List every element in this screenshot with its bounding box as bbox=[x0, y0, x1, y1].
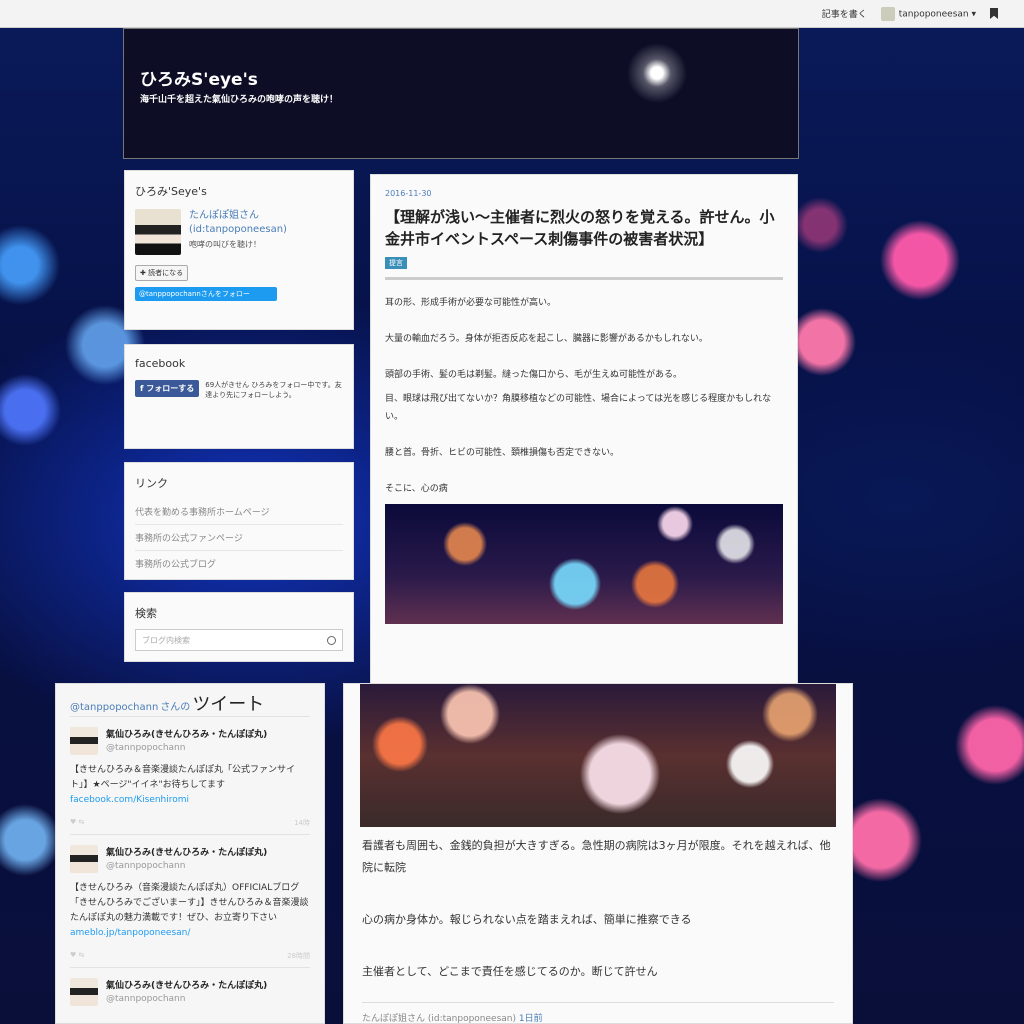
tweet-author[interactable]: 氣仙ひろみ(きせんひろみ・たんぽぽ丸) bbox=[106, 978, 267, 991]
post-title[interactable]: 【理解が浅い〜主催者に烈火の怒りを覚える。許せん。小金井市イベントスペース刺傷事… bbox=[385, 206, 783, 250]
subscribe-button[interactable]: ✚ 読者になる bbox=[135, 265, 189, 281]
search-heading: 検索 bbox=[135, 607, 157, 620]
link-office-homepage[interactable]: 代表を勤める事務所ホームページ bbox=[135, 499, 343, 525]
paragraph: 看護者も周囲も、金銭的負担が大きすぎる。急性期の病院は3ヶ月が限度。それを越えれ… bbox=[362, 839, 831, 874]
tweet: 氣仙ひろみ(きせんひろみ・たんぽぽ丸) @tannpopochann 【きせんひ… bbox=[70, 716, 310, 834]
profile-id-link[interactable]: (id:tanpoponeesan) bbox=[189, 223, 287, 237]
tweet: 氣仙ひろみ(きせんひろみ・たんぽぽ丸) @tannpopochann bbox=[70, 967, 310, 1012]
timeline-san: さんの bbox=[160, 702, 191, 713]
tweet-handle[interactable]: @tannpopochann bbox=[106, 994, 267, 1004]
write-post-link[interactable]: 記事を書く bbox=[822, 7, 867, 20]
facebook-follow-button[interactable]: f フォローする bbox=[135, 380, 200, 397]
tweet-author[interactable]: 氣仙ひろみ(きせんひろみ・たんぽぽ丸) bbox=[106, 727, 267, 740]
link-office-fanpage[interactable]: 事務所の公式ファンページ bbox=[135, 525, 343, 551]
post-time-link[interactable]: 1日前 bbox=[519, 1014, 543, 1023]
tweet-actions[interactable]: ♥ ⇆ bbox=[70, 818, 84, 828]
tweet-link[interactable]: facebook.com/Kisenhiromi bbox=[70, 795, 189, 805]
category-tag[interactable]: 提言 bbox=[385, 257, 407, 269]
timeline-title: ツイート bbox=[192, 694, 265, 715]
profile-heading: ひろみ'Seye's bbox=[135, 185, 207, 198]
paragraph: 目、眼球は飛び出てないか？角膜移植などの可能性、場合によっては光を感じる程度かも… bbox=[385, 394, 772, 422]
profile-description: 咆哮の叫びを聴け！ bbox=[189, 240, 261, 249]
paragraph: 心の病か身体か。報じられない点を踏まえれば、簡単に推察できる bbox=[362, 913, 692, 926]
paragraph: そこに、心の病 bbox=[385, 484, 448, 494]
tweet-text: 【きせんひろみ＆音楽漫談たんぽぽ丸「公式ファンサイト」】★ページ"イイネ"お待ち… bbox=[70, 765, 296, 790]
link-office-blog[interactable]: 事務所の公式ブログ bbox=[135, 551, 343, 576]
tweet-actions[interactable]: ♥ ⇆ bbox=[70, 951, 84, 961]
tweet: 氣仙ひろみ(きせんひろみ・たんぽぽ丸) @tannpopochann 【きせんひ… bbox=[70, 834, 310, 967]
avatar[interactable] bbox=[70, 845, 98, 873]
tweet-link[interactable]: ameblo.jp/tanpoponeesan/ bbox=[70, 928, 190, 938]
post-date[interactable]: 2016-11-30 bbox=[385, 189, 783, 198]
user-menu-label: tanpoponeesan ▾ bbox=[898, 9, 976, 19]
paragraph: 主催者として、どこまで責任を感じてるのか。断じて許せん bbox=[362, 965, 658, 978]
facebook-follow-text: 69人がきせん ひろみをフォロー中です。友達より先にフォローしよう。 bbox=[205, 381, 342, 399]
bookmark-icon[interactable] bbox=[990, 8, 998, 19]
twitter-follow-button[interactable]: @tanppopochannさんをフォロー bbox=[135, 287, 277, 301]
tweet-handle[interactable]: @tannpopochann bbox=[106, 743, 267, 753]
search-icon[interactable] bbox=[327, 635, 336, 645]
links-module: リンク 代表を勤める事務所ホームページ 事務所の公式ファンページ 事務所の公式ブ… bbox=[124, 462, 354, 580]
twitter-timeline: @tanppopochann さんの ツイート 氣仙ひろみ(きせんひろみ・たんぽ… bbox=[55, 683, 325, 1024]
paragraph: 耳の形、形成手術が必要な可能性が高い。 bbox=[385, 298, 557, 308]
avatar[interactable] bbox=[135, 209, 181, 255]
profile-name-link[interactable]: たんぽぽ姐さん bbox=[189, 209, 287, 223]
user-avatar-icon bbox=[880, 6, 895, 21]
tweet-text: 【きせんひろみ（音楽漫談たんぽぽ丸）OFFICIALブログ「きせんひろみでござい… bbox=[70, 883, 309, 923]
tweet-handle[interactable]: @tannpopochann bbox=[106, 861, 267, 871]
paragraph: 大量の輸血だろう。身体が拒否反応を起こし、臓器に影響があるかもしれない。 bbox=[385, 334, 708, 344]
post-author-link[interactable]: たんぽぽ姐さん (id:tanpoponeesan) bbox=[362, 1014, 516, 1023]
post-footer: たんぽぽ姐さん (id:tanpoponeesan) 1日前 bbox=[362, 1002, 834, 1023]
article-photo bbox=[385, 504, 783, 624]
paragraph: 頭部の手術、髪の毛は剃髪。縫った傷口から、毛が生えぬ可能性がある。 bbox=[385, 370, 683, 380]
facebook-module: facebook f フォローする 69人がきせん ひろみをフォロー中です。友達… bbox=[124, 344, 354, 449]
divider bbox=[385, 277, 783, 280]
avatar[interactable] bbox=[70, 727, 98, 755]
avatar[interactable] bbox=[70, 978, 98, 1006]
links-heading: リンク bbox=[135, 477, 168, 490]
search-input[interactable]: ブログ内検索 bbox=[135, 629, 343, 651]
timeline-handle[interactable]: @tanppopochann bbox=[70, 702, 158, 713]
search-module: 検索 ブログ内検索 bbox=[124, 592, 354, 662]
tweet-time[interactable]: 28時間 bbox=[287, 951, 310, 961]
tweet-author[interactable]: 氣仙ひろみ(きせんひろみ・たんぽぽ丸) bbox=[106, 845, 267, 858]
top-bar: 記事を書く tanpoponeesan ▾ bbox=[0, 0, 1024, 28]
blog-title[interactable]: ひろみS'eye's bbox=[140, 65, 258, 90]
timeline-header: @tanppopochann さんの ツイート bbox=[70, 690, 310, 716]
article-top: 2016-11-30 【理解が浅い〜主催者に烈火の怒りを覚える。許せん。小金井市… bbox=[370, 174, 798, 684]
facebook-heading: facebook bbox=[135, 357, 186, 370]
user-menu[interactable]: tanpoponeesan ▾ bbox=[880, 6, 976, 21]
blog-subtitle: 海千山千を超えた氣仙ひろみの咆哮の声を聴け！ bbox=[140, 95, 339, 105]
paragraph: 腰と首。骨折、ヒビの可能性、頚椎損傷も否定できない。 bbox=[385, 448, 620, 458]
blog-header: ひろみS'eye's 海千山千を超えた氣仙ひろみの咆哮の声を聴け！ bbox=[123, 28, 799, 159]
article-bottom: 看護者も周囲も、金銭的負担が大きすぎる。急性期の病院は3ヶ月が限度。それを越えれ… bbox=[343, 683, 853, 1024]
tweet-time[interactable]: 14時 bbox=[294, 818, 310, 828]
search-placeholder: ブログ内検索 bbox=[142, 635, 190, 645]
profile-module: ひろみ'Seye's たんぽぽ姐さん (id:tanpoponeesan) 咆哮… bbox=[124, 170, 354, 330]
article-photo bbox=[360, 684, 836, 827]
